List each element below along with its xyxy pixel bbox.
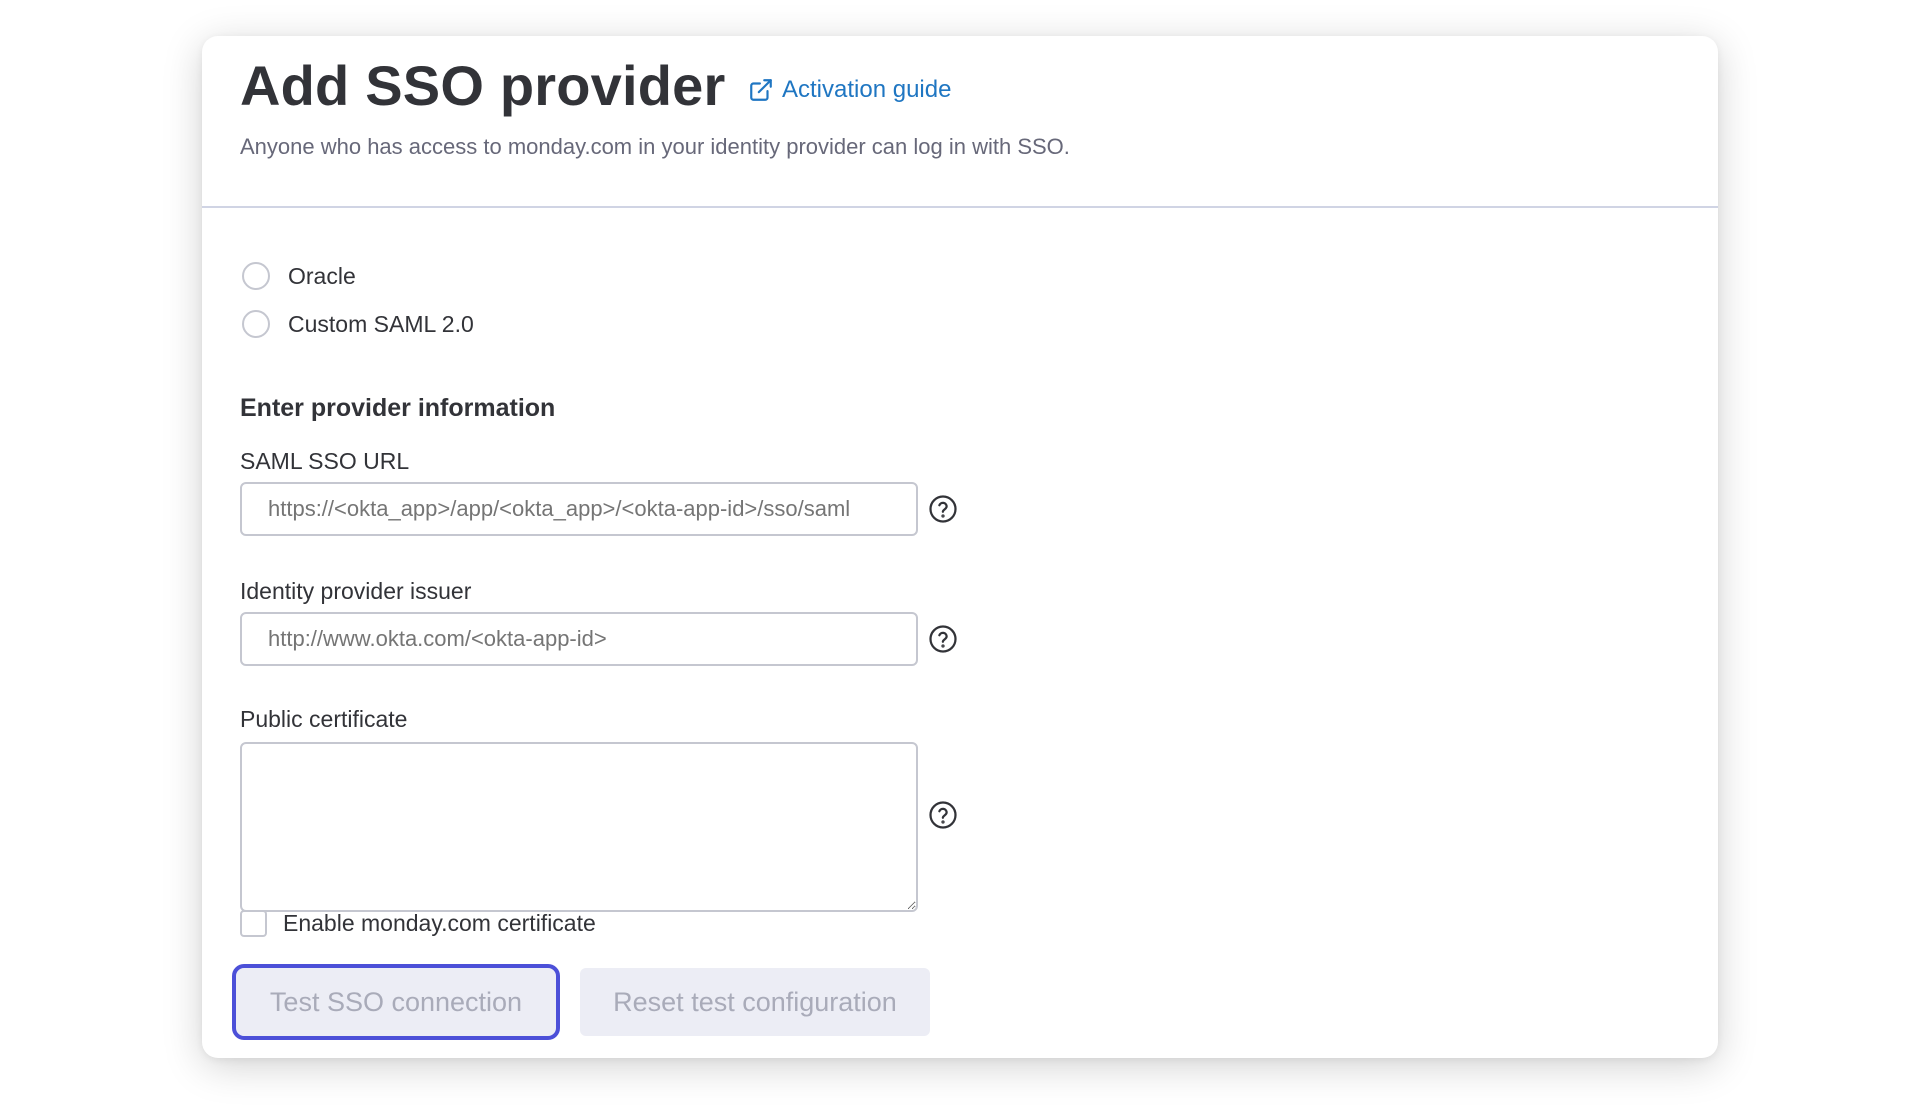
enable-certificate-checkbox[interactable] — [240, 910, 267, 937]
enable-certificate-label: Enable monday.com certificate — [283, 910, 596, 936]
help-circle-icon[interactable] — [928, 800, 958, 830]
sso-provider-card: Add SSO provider Activation guide Anyone… — [202, 36, 1718, 1058]
saml-url-input[interactable] — [240, 482, 918, 536]
provider-option-custom-saml[interactable]: Custom SAML 2.0 — [242, 310, 474, 338]
issuer-input[interactable] — [240, 612, 918, 666]
help-circle-icon[interactable] — [928, 494, 958, 524]
test-sso-connection-button[interactable]: Test SSO connection — [232, 964, 560, 1040]
provider-option-oracle[interactable]: Oracle — [242, 262, 356, 290]
reset-test-configuration-button[interactable]: Reset test configuration — [580, 968, 930, 1036]
activation-guide-link[interactable]: Activation guide — [748, 76, 951, 104]
certificate-textarea[interactable] — [240, 742, 918, 912]
card-header: Add SSO provider Activation guide Anyone… — [202, 36, 1718, 208]
page-title: Add SSO provider — [240, 54, 726, 117]
issuer-label: Identity provider issuer — [240, 578, 472, 604]
provider-label: Oracle — [288, 262, 356, 289]
certificate-label: Public certificate — [240, 706, 408, 732]
saml-url-label: SAML SSO URL — [240, 448, 410, 474]
activation-guide-label: Activation guide — [782, 76, 952, 103]
help-circle-icon[interactable] — [928, 624, 958, 654]
external-link-icon — [750, 79, 772, 101]
provider-label: Custom SAML 2.0 — [288, 310, 474, 337]
radio-button[interactable] — [242, 310, 270, 338]
section-title: Enter provider information — [240, 394, 556, 422]
page-subtitle: Anyone who has access to monday.com in y… — [240, 134, 1070, 159]
enable-certificate-option[interactable]: Enable monday.com certificate — [240, 910, 596, 937]
radio-button[interactable] — [242, 262, 270, 290]
